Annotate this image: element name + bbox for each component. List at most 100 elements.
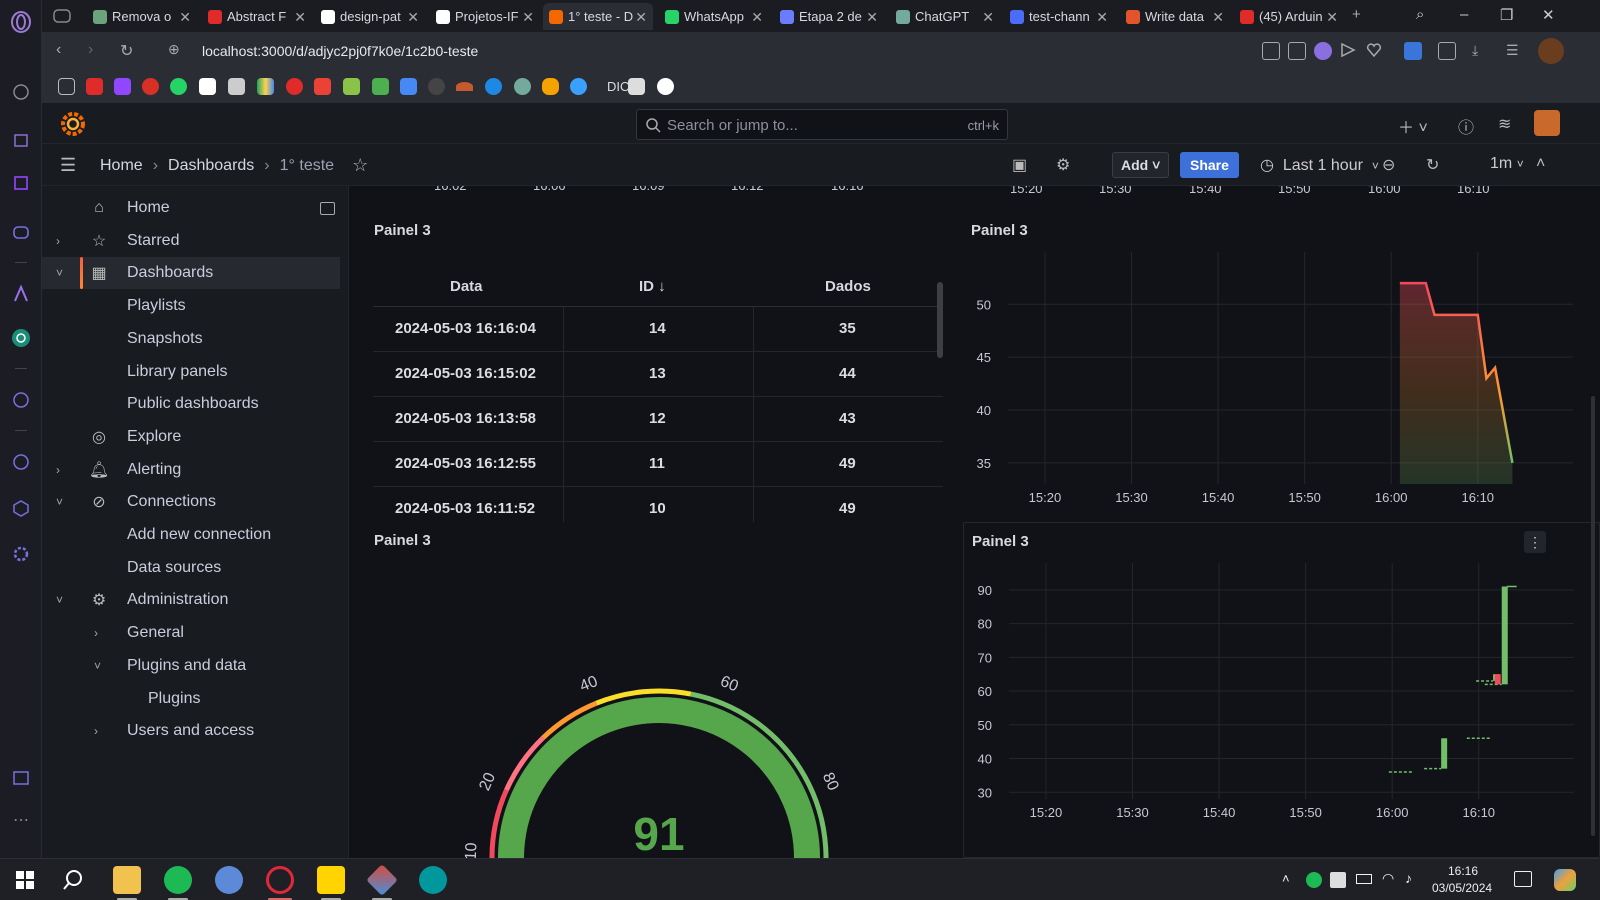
dio-bookmark[interactable]: DIO <box>607 79 630 94</box>
url-field[interactable]: localhost:3000/d/adjyc2pj0f7k0e/1c2b0-te… <box>202 43 478 59</box>
star-dashboard-icon[interactable]: ☆ <box>352 155 368 176</box>
close-tab-icon[interactable]: ✕ <box>982 9 994 26</box>
line-chart-panel[interactable]: Painel 3 15:20 15:30 15:40 15:50 16:00 16:10 3… <box>963 212 1600 522</box>
twitch-bookmark-icon[interactable] <box>114 78 131 95</box>
chevron-right-icon[interactable]: › <box>94 626 98 640</box>
extension-box-icon[interactable] <box>1438 42 1456 60</box>
file-explorer-icon[interactable] <box>113 866 141 894</box>
sidebar-item-administration[interactable]: ˅ ⚙ Administration <box>42 584 340 616</box>
sidebar-item-plugins[interactable]: Plugins <box>42 683 340 715</box>
settings-icon[interactable] <box>9 542 33 566</box>
sidebar-item-home[interactable]: ⌂ Home <box>42 192 340 224</box>
table-row[interactable]: 2024-05-03 16:15:02 13 44 <box>373 352 943 397</box>
sidebar-item-snapshots[interactable]: Snapshots <box>42 323 340 355</box>
refresh-interval-picker[interactable]: 1m ˅ <box>1490 155 1524 173</box>
sidebar-item-playlists[interactable]: Playlists <box>42 290 340 322</box>
copilot-icon[interactable] <box>1554 869 1576 891</box>
add-button[interactable]: Add ˅ <box>1112 152 1170 178</box>
breadcrumb-home[interactable]: Home <box>100 157 143 175</box>
site-info-icon[interactable]: ⊕ <box>168 41 180 58</box>
history-icon[interactable] <box>9 450 33 474</box>
table-scrollbar[interactable] <box>937 282 943 358</box>
tray-security-icon[interactable] <box>1330 872 1346 888</box>
sidebar-item-starred[interactable]: › ☆ Starred <box>42 225 340 257</box>
close-tab-icon[interactable]: ✕ <box>407 9 419 26</box>
dashboard-settings-icon[interactable]: ⚙ <box>1056 155 1070 175</box>
browser-tab[interactable]: WhatsApp ✕ <box>659 3 769 30</box>
gauge-panel[interactable]: Painel 3 0102040608010091 <box>349 522 963 858</box>
new-menu-button[interactable]: ＋ ˅ <box>1398 114 1428 138</box>
more-icon[interactable]: ⋯ <box>9 808 33 832</box>
clock-time[interactable]: 16:16 <box>1448 864 1478 878</box>
clock-date[interactable]: 03/05/2024 <box>1432 881 1492 895</box>
browser-tab[interactable]: ChatGPT ✕ <box>890 3 1000 30</box>
translate-icon[interactable] <box>1404 42 1422 60</box>
edge-bookmark-icon[interactable] <box>485 78 502 95</box>
sidebar-item-dashboards[interactable]: ˅ ▦ Dashboards <box>42 257 340 290</box>
close-tab-icon[interactable]: ✕ <box>1212 9 1224 26</box>
workspace-icon[interactable] <box>50 4 74 28</box>
menu-toggle-icon[interactable]: ☰ <box>60 155 76 176</box>
sticky-notes-icon[interactable] <box>317 866 345 894</box>
sidebar-item-plugins-and-data[interactable]: ˅ Plugins and data <box>42 650 340 682</box>
volume-icon[interactable]: ♪ <box>1405 870 1412 886</box>
gallery-icon[interactable] <box>9 766 33 790</box>
share-button[interactable]: Share <box>1180 152 1239 178</box>
speed-dial-icon[interactable] <box>9 80 33 104</box>
windows-start-icon[interactable] <box>16 871 34 889</box>
grafana-logo-icon[interactable] <box>60 111 86 137</box>
reload-button[interactable]: ↻ <box>120 41 133 61</box>
sidebar-item-alerting[interactable]: › 🔔︎ Alerting <box>42 454 340 486</box>
sheets-bookmark-icon[interactable] <box>199 78 216 95</box>
vpn-icon[interactable] <box>1314 42 1332 60</box>
column-header-id[interactable]: ID ↓ <box>639 278 666 295</box>
time-range-picker[interactable]: ◷ Last 1 hour ˅ <box>1260 155 1379 175</box>
discord-icon[interactable] <box>9 220 33 244</box>
browser-tab[interactable]: design-pat ✕ <box>315 3 425 30</box>
bar-chart-panel[interactable]: Painel 3 ⋮ 15:20 15:30 15:40 15:50 16:00 16:1… <box>963 522 1600 858</box>
close-tab-icon[interactable]: ✕ <box>522 9 534 26</box>
help-icon[interactable]: ⓘ <box>1458 114 1474 138</box>
drive-bookmark-icon[interactable] <box>257 78 274 95</box>
gmail-bookmark-icon[interactable] <box>314 78 331 95</box>
chatgpt-bookmark-icon[interactable] <box>514 78 531 95</box>
wifi-icon[interactable]: ◠ <box>1382 870 1394 887</box>
youtube-bookmark-icon[interactable] <box>86 78 103 95</box>
bookmarks-folder-icon[interactable] <box>58 78 75 95</box>
table-row[interactable]: 2024-05-03 16:13:58 12 43 <box>373 397 943 442</box>
dashboard-scrollbar[interactable] <box>1591 396 1595 836</box>
extensions-icon[interactable] <box>9 496 33 520</box>
table-panel[interactable]: Painel 3 Data ID ↓ Dados 2024-05-03 16:1… <box>349 212 949 532</box>
chevron-down-icon[interactable]: ˅ <box>56 266 63 280</box>
tray-spotify-icon[interactable] <box>1306 872 1322 888</box>
drop-bookmark-icon[interactable] <box>570 78 587 95</box>
column-header-dados[interactable]: Dados <box>825 278 871 295</box>
browser-tab[interactable]: 1° teste - D ✕ <box>543 3 653 30</box>
arduino-icon[interactable] <box>419 866 447 894</box>
qbittorrent-icon[interactable] <box>215 866 243 894</box>
taskbar-search-icon[interactable] <box>62 869 84 891</box>
browser-tab[interactable]: Remova o ✕ <box>87 3 197 30</box>
user-avatar[interactable] <box>1534 110 1560 136</box>
search-input[interactable]: Search or jump to... ctrl+k <box>636 109 1008 140</box>
chevron-down-icon[interactable]: ˅ <box>94 659 101 673</box>
spotify-icon[interactable] <box>164 866 192 894</box>
sidebar-item-connections[interactable]: ˅ ⊘ Connections <box>42 486 340 518</box>
shopping-icon[interactable] <box>9 127 33 151</box>
git-app-icon[interactable] <box>366 864 398 896</box>
notifications-icon[interactable] <box>1514 871 1532 887</box>
sidebar-item-explore[interactable]: ◎ Explore <box>42 421 340 453</box>
profile-avatar[interactable] <box>1538 38 1564 64</box>
power-bookmark-icon[interactable] <box>286 78 303 95</box>
chevron-right-icon[interactable]: › <box>94 724 98 738</box>
sidebar-item-add-new-connection[interactable]: Add new connection <box>42 519 340 551</box>
opera-logo-icon[interactable] <box>9 10 33 34</box>
sidebar-item-users-and-access[interactable]: › Users and access <box>42 715 340 747</box>
browser-tab[interactable]: Etapa 2 de ✕ <box>774 3 884 30</box>
chevron-right-icon[interactable]: › <box>56 234 60 248</box>
zoom-out-icon[interactable]: ⊖ <box>1382 155 1395 175</box>
github-bookmark-icon[interactable] <box>657 78 674 95</box>
badge-bookmark-icon[interactable] <box>142 78 159 95</box>
photos-bookmark-icon[interactable] <box>228 78 245 95</box>
refresh-icon[interactable]: ↻ <box>1426 155 1439 175</box>
